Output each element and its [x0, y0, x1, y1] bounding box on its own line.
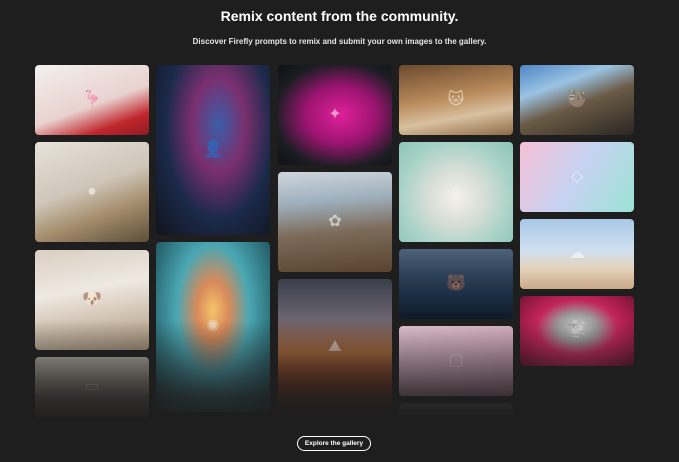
table-image-icon: ▭: [84, 378, 100, 395]
room-image-icon: ▢: [448, 352, 464, 369]
gallery-image-cat-bath[interactable]: 🐱: [399, 65, 513, 135]
gallery-image-woman-volcano[interactable]: ⛰: [278, 279, 392, 414]
gallery-image-pink-room[interactable]: ▢: [399, 326, 513, 396]
chair-image-icon: ◇: [570, 168, 584, 185]
gallery-image-crystal-head[interactable]: 👤: [156, 65, 270, 235]
explore-gallery-button[interactable]: Explore the gallery: [297, 436, 371, 451]
gallery-image-glass-flower[interactable]: ✿: [278, 172, 392, 272]
flamingo-image-icon: 🦩: [82, 91, 102, 108]
sloth-image-icon: 🦥: [567, 91, 587, 108]
gallery-image-pearl-ornament[interactable]: ○: [399, 142, 513, 242]
gallery-image-polar-bear[interactable]: 🐻: [399, 249, 513, 319]
gallery-image-cloud-cup[interactable]: ☁: [520, 219, 634, 289]
puppy-image-icon: 🐶: [82, 291, 102, 308]
gallery-image-flamingo[interactable]: 🦩: [35, 65, 149, 135]
gallery-image-glass-chair[interactable]: ◇: [520, 142, 634, 212]
gallery-image-sloth-car[interactable]: 🦥: [520, 65, 634, 135]
gallery-image-gold-stones[interactable]: ●: [35, 142, 149, 242]
image-gallery: 🦩 ● 🐶 ▭ 👤 ✺ ✦ ✿ ⛰ 🐱 ○ 🐻 ▢ 🦥 ◇ ☁ 🐩: [0, 0, 679, 462]
landscape-image-icon: ⛰: [328, 337, 342, 355]
smoke-image-icon: ✦: [328, 106, 342, 123]
portrait-image-icon: 👤: [203, 141, 223, 158]
gallery-image-partial[interactable]: [399, 403, 513, 418]
gallery-image-dandelion[interactable]: ✺: [156, 242, 270, 412]
gallery-image-puppy-bed[interactable]: 🐶: [35, 250, 149, 350]
cat-image-icon: 🐱: [447, 91, 465, 108]
gallery-image-table-setting[interactable]: ▭: [35, 357, 149, 417]
cup-image-icon: ☁: [569, 245, 585, 262]
dandelion-image-icon: ✺: [206, 318, 220, 335]
stones-image-icon: ●: [87, 183, 97, 200]
flower-image-icon: ✿: [328, 213, 342, 230]
bear-image-icon: 🐻: [446, 275, 466, 292]
ornament-image-icon: ○: [451, 183, 461, 200]
poodle-image-icon: 🐩: [567, 322, 587, 339]
gallery-image-poodle-tulips[interactable]: 🐩: [520, 296, 634, 366]
gallery-image-pink-smoke[interactable]: ✦: [278, 65, 392, 165]
